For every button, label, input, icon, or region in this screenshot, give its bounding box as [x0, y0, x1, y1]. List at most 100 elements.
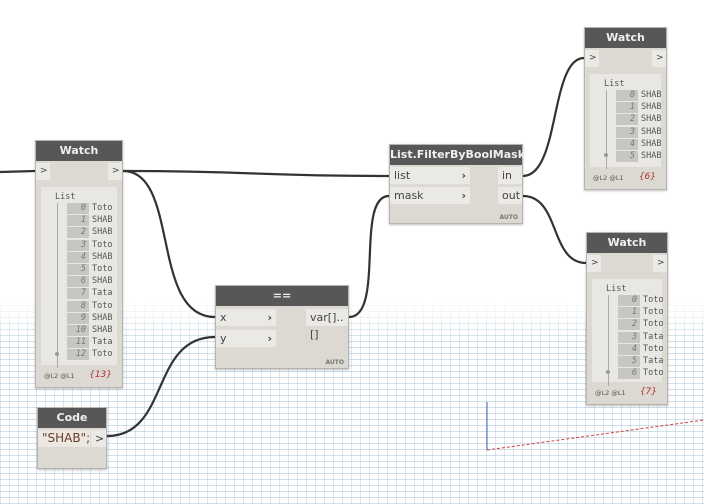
- list-index: 6: [618, 368, 640, 380]
- list-index: 4: [618, 343, 640, 355]
- list-item: 11 Tata: [67, 337, 113, 349]
- watch-list-panel: List 0 Toto 1 Toto 2 Toto 3 Tata 4 Toto 5 Tata 6 Toto: [592, 279, 664, 387]
- list-value: SHAB: [92, 325, 113, 335]
- port-label: x: [220, 311, 227, 324]
- list-value: SHAB: [641, 138, 662, 149]
- filter-title: List.FilterByBoolMask: [390, 145, 525, 165]
- watch-input-port[interactable]: >: [585, 50, 599, 67]
- list-value: Tata: [92, 288, 113, 299]
- list-item: 6 Toto: [618, 368, 664, 380]
- list-item: 10 SHAB: [67, 325, 112, 336]
- list-value: Toto: [92, 264, 113, 274]
- chevron-right-icon: ›: [267, 332, 272, 345]
- list-item: 4 SHAB: [67, 251, 113, 263]
- code-input[interactable]: "SHAB";: [38, 430, 90, 447]
- list-value: Toto: [643, 368, 664, 379]
- list-index: 3: [616, 126, 638, 138]
- list-index: 2: [67, 227, 89, 239]
- list-index: 0: [67, 203, 89, 214]
- list-item: 6 SHAB: [67, 276, 113, 288]
- list-value: SHAB: [641, 90, 662, 100]
- list-item: 12 Toto: [67, 349, 112, 361]
- equals-input-x[interactable]: x ›: [216, 309, 276, 326]
- list-index: 3: [618, 331, 640, 343]
- code-block-node[interactable]: Code Block "SHAB"; >: [37, 407, 107, 469]
- wire-filter-in-to-watch: [522, 56, 585, 178]
- list-item: 3 Toto: [67, 239, 113, 251]
- wire-equals-to-filter-mask: [348, 194, 390, 319]
- equals-node[interactable]: == x › y › var[]..[] AUTO: [215, 285, 349, 369]
- list-levels: @L2 @L1: [593, 174, 624, 182]
- list-value: SHAB: [641, 102, 662, 113]
- port-label: list: [394, 169, 411, 182]
- watch-output-port[interactable]: >: [653, 255, 667, 272]
- list-value: Toto: [643, 319, 664, 330]
- lacing-label: AUTO: [325, 359, 344, 366]
- code-block-output-port[interactable]: >: [91, 430, 106, 447]
- list-item: 2 Toto: [618, 319, 664, 331]
- equals-input-y[interactable]: y ›: [216, 330, 276, 347]
- filter-output-in[interactable]: in: [498, 167, 522, 184]
- list-item: 5 Tata: [618, 356, 663, 367]
- list-value: Toto: [92, 239, 113, 250]
- list-value: SHAB: [641, 114, 662, 125]
- list-index: 2: [618, 319, 640, 331]
- chevron-right-icon: ›: [461, 169, 466, 182]
- list-index: 10: [67, 325, 89, 336]
- watch-output-port[interactable]: >: [652, 50, 666, 67]
- list-index: 1: [67, 215, 89, 227]
- list-index: 5: [618, 356, 640, 367]
- watch-node-left[interactable]: Watch > > List 0 Toto 1 SHAB 2 SHAB 3 Toto 4 SHAB 5 Tot…: [35, 140, 123, 388]
- filter-input-list[interactable]: list ›: [390, 167, 470, 184]
- list-item: 9 SHAB: [67, 312, 112, 324]
- filter-by-bool-mask-node[interactable]: List.FilterByBoolMask list › mask › in out…: [389, 144, 525, 224]
- list-tree-line: [57, 203, 58, 368]
- list-tree-end: [55, 351, 59, 356]
- list-label: List: [55, 192, 76, 202]
- list-item: 3 Tata: [618, 331, 663, 343]
- wire-watch-to-equals-x: [122, 169, 216, 319]
- watch-title: Watch: [587, 233, 667, 253]
- list-index: 1: [618, 307, 640, 319]
- list-value: SHAB: [92, 227, 113, 238]
- watch-node-top-right[interactable]: Watch > > List 0 SHAB 1 SHAB 2 SHAB 3 SHAB 4 SHAB 5 SHA…: [584, 27, 667, 190]
- filter-output-out[interactable]: out: [498, 187, 522, 204]
- watch-node-bottom-right[interactable]: Watch > > List 0 Toto 1 Toto 2 Toto 3 Tata 4 Toto 5 Tat…: [586, 232, 668, 405]
- list-value: Tata: [92, 337, 113, 348]
- wire-filter-out-to-watch: [522, 194, 587, 265]
- list-value: Toto: [643, 343, 664, 354]
- chevron-right-icon: ›: [267, 311, 272, 324]
- list-index: 4: [67, 251, 89, 263]
- list-item: 3 SHAB: [616, 126, 662, 138]
- list-tree-end: [606, 370, 610, 375]
- list-value: Toto: [92, 300, 113, 311]
- list-item: 1 SHAB: [616, 102, 662, 114]
- lacing-label: AUTO: [499, 214, 518, 221]
- list-item: 5 SHAB: [616, 151, 661, 162]
- list-count: {13}: [89, 370, 112, 380]
- watch-list-panel: List 0 Toto 1 SHAB 2 SHAB 3 Toto 4 SHAB 5 Toto 6 SHAB 7…: [41, 187, 117, 368]
- watch-input-port[interactable]: >: [36, 163, 50, 180]
- list-label: List: [604, 79, 625, 89]
- list-index: 11: [67, 337, 89, 349]
- filter-input-mask[interactable]: mask ›: [390, 187, 470, 204]
- list-item: 2 SHAB: [67, 227, 113, 239]
- wire-input-watch-left: [0, 169, 36, 174]
- list-count: {6}: [638, 172, 656, 182]
- equals-title: ==: [216, 286, 348, 306]
- list-item: 4 Toto: [618, 343, 664, 355]
- list-index: 8: [67, 300, 89, 312]
- watch-input-port[interactable]: >: [587, 255, 601, 272]
- list-index: 0: [616, 90, 638, 101]
- list-value: SHAB: [92, 251, 113, 262]
- watch-output-port[interactable]: >: [108, 163, 122, 180]
- list-value: SHAB: [92, 276, 113, 287]
- list-index: 6: [67, 276, 89, 288]
- list-item: 0 Toto: [618, 295, 663, 306]
- list-value: SHAB: [641, 126, 662, 137]
- list-index: 5: [616, 151, 638, 162]
- equals-output[interactable]: var[]..[]: [306, 309, 348, 341]
- list-label: List: [606, 284, 627, 294]
- port-label: mask: [394, 189, 424, 202]
- watch-list-panel: List 0 SHAB 1 SHAB 2 SHAB 3 SHAB 4 SHAB 5 SHAB: [590, 74, 662, 170]
